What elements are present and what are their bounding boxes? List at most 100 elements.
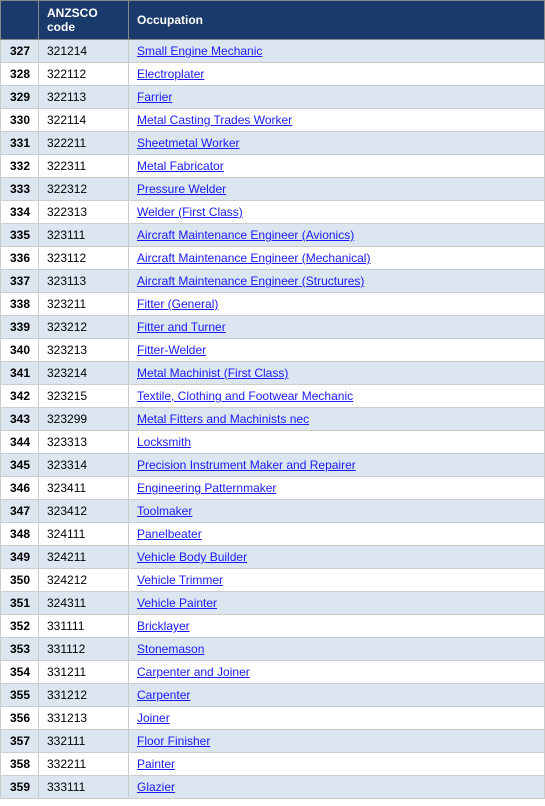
occupation-link[interactable]: Vehicle Painter bbox=[137, 596, 217, 610]
table-row: 344323313Locksmith bbox=[1, 431, 545, 454]
occupation-link[interactable]: Aircraft Maintenance Engineer (Avionics) bbox=[137, 228, 354, 242]
occupation-link[interactable]: Painter bbox=[137, 757, 175, 771]
occupation-link[interactable]: Aircraft Maintenance Engineer (Mechanica… bbox=[137, 251, 370, 265]
table-row: 331322211Sheetmetal Worker bbox=[1, 132, 545, 155]
anzsco-code: 323112 bbox=[39, 247, 129, 270]
occupation-cell[interactable]: Bricklayer bbox=[129, 615, 545, 638]
header-occupation: Occupation bbox=[129, 1, 545, 40]
occupation-cell[interactable]: Carpenter bbox=[129, 684, 545, 707]
occupation-cell[interactable]: Farrier bbox=[129, 86, 545, 109]
occupation-link[interactable]: Carpenter bbox=[137, 688, 190, 702]
anzsco-code: 323314 bbox=[39, 454, 129, 477]
occupation-link[interactable]: Glazier bbox=[137, 780, 175, 794]
occupation-link[interactable]: Vehicle Trimmer bbox=[137, 573, 223, 587]
occupation-link[interactable]: Electroplater bbox=[137, 67, 204, 81]
occupation-link[interactable]: Stonemason bbox=[137, 642, 204, 656]
anzsco-code: 333111 bbox=[39, 776, 129, 799]
occupation-cell[interactable]: Aircraft Maintenance Engineer (Avionics) bbox=[129, 224, 545, 247]
anzsco-code: 324212 bbox=[39, 569, 129, 592]
table-row: 338323211Fitter (General) bbox=[1, 293, 545, 316]
occupation-link[interactable]: Panelbeater bbox=[137, 527, 202, 541]
occupation-link[interactable]: Metal Casting Trades Worker bbox=[137, 113, 292, 127]
occupation-cell[interactable]: Engineering Patternmaker bbox=[129, 477, 545, 500]
occupation-cell[interactable]: Vehicle Painter bbox=[129, 592, 545, 615]
occupation-link[interactable]: Metal Machinist (First Class) bbox=[137, 366, 288, 380]
occupation-link[interactable]: Aircraft Maintenance Engineer (Structure… bbox=[137, 274, 364, 288]
occupation-link[interactable]: Metal Fitters and Machinists nec bbox=[137, 412, 309, 426]
occupation-cell[interactable]: Painter bbox=[129, 753, 545, 776]
occupation-link[interactable]: Joiner bbox=[137, 711, 170, 725]
occupation-cell[interactable]: Vehicle Body Builder bbox=[129, 546, 545, 569]
occupation-cell[interactable]: Aircraft Maintenance Engineer (Mechanica… bbox=[129, 247, 545, 270]
occupation-link[interactable]: Farrier bbox=[137, 90, 172, 104]
table-row: 353331112Stonemason bbox=[1, 638, 545, 661]
occupation-link[interactable]: Textile, Clothing and Footwear Mechanic bbox=[137, 389, 353, 403]
occupation-cell[interactable]: Textile, Clothing and Footwear Mechanic bbox=[129, 385, 545, 408]
row-number: 337 bbox=[1, 270, 39, 293]
row-number: 353 bbox=[1, 638, 39, 661]
anzsco-code: 332111 bbox=[39, 730, 129, 753]
row-number: 345 bbox=[1, 454, 39, 477]
occupation-cell[interactable]: Vehicle Trimmer bbox=[129, 569, 545, 592]
row-number: 354 bbox=[1, 661, 39, 684]
occupation-cell[interactable]: Fitter (General) bbox=[129, 293, 545, 316]
table-row: 340323213Fitter-Welder bbox=[1, 339, 545, 362]
occupation-link[interactable]: Engineering Patternmaker bbox=[137, 481, 276, 495]
occupation-link[interactable]: Fitter (General) bbox=[137, 297, 218, 311]
occupation-link[interactable]: Precision Instrument Maker and Repairer bbox=[137, 458, 356, 472]
occupation-link[interactable]: Fitter-Welder bbox=[137, 343, 206, 357]
row-number: 343 bbox=[1, 408, 39, 431]
occupation-link[interactable]: Metal Fabricator bbox=[137, 159, 224, 173]
row-number: 358 bbox=[1, 753, 39, 776]
occupation-cell[interactable]: Metal Fitters and Machinists nec bbox=[129, 408, 545, 431]
occupation-link[interactable]: Welder (First Class) bbox=[137, 205, 243, 219]
anzsco-code: 322211 bbox=[39, 132, 129, 155]
header-num bbox=[1, 1, 39, 40]
occupation-link[interactable]: Toolmaker bbox=[137, 504, 192, 518]
occupation-link[interactable]: Vehicle Body Builder bbox=[137, 550, 247, 564]
anzsco-code: 324211 bbox=[39, 546, 129, 569]
anzsco-code: 322113 bbox=[39, 86, 129, 109]
occupation-cell[interactable]: Floor Finisher bbox=[129, 730, 545, 753]
anzsco-code: 323313 bbox=[39, 431, 129, 454]
occupation-cell[interactable]: Pressure Welder bbox=[129, 178, 545, 201]
row-number: 332 bbox=[1, 155, 39, 178]
anzsco-code: 324111 bbox=[39, 523, 129, 546]
occupation-link[interactable]: Fitter and Turner bbox=[137, 320, 226, 334]
row-number: 334 bbox=[1, 201, 39, 224]
occupation-cell[interactable]: Electroplater bbox=[129, 63, 545, 86]
occupation-cell[interactable]: Aircraft Maintenance Engineer (Structure… bbox=[129, 270, 545, 293]
occupation-cell[interactable]: Stonemason bbox=[129, 638, 545, 661]
occupation-link[interactable]: Floor Finisher bbox=[137, 734, 210, 748]
occupation-link[interactable]: Carpenter and Joiner bbox=[137, 665, 250, 679]
occupation-cell[interactable]: Welder (First Class) bbox=[129, 201, 545, 224]
occupation-link[interactable]: Small Engine Mechanic bbox=[137, 44, 262, 58]
occupation-cell[interactable]: Toolmaker bbox=[129, 500, 545, 523]
table-row: 339323212Fitter and Turner bbox=[1, 316, 545, 339]
occupation-cell[interactable]: Small Engine Mechanic bbox=[129, 40, 545, 63]
occupation-cell[interactable]: Panelbeater bbox=[129, 523, 545, 546]
occupation-cell[interactable]: Precision Instrument Maker and Repairer bbox=[129, 454, 545, 477]
occupation-cell[interactable]: Sheetmetal Worker bbox=[129, 132, 545, 155]
occupation-cell[interactable]: Fitter-Welder bbox=[129, 339, 545, 362]
occupation-link[interactable]: Sheetmetal Worker bbox=[137, 136, 240, 150]
anzsco-code: 331213 bbox=[39, 707, 129, 730]
anzsco-code: 323111 bbox=[39, 224, 129, 247]
occupation-cell[interactable]: Locksmith bbox=[129, 431, 545, 454]
occupation-cell[interactable]: Metal Machinist (First Class) bbox=[129, 362, 545, 385]
occupation-cell[interactable]: Glazier bbox=[129, 776, 545, 799]
occupation-cell[interactable]: Fitter and Turner bbox=[129, 316, 545, 339]
occupation-cell[interactable]: Metal Fabricator bbox=[129, 155, 545, 178]
table-row: 342323215Textile, Clothing and Footwear … bbox=[1, 385, 545, 408]
occupation-cell[interactable]: Joiner bbox=[129, 707, 545, 730]
occupation-cell[interactable]: Metal Casting Trades Worker bbox=[129, 109, 545, 132]
row-number: 327 bbox=[1, 40, 39, 63]
occupation-link[interactable]: Locksmith bbox=[137, 435, 191, 449]
table-row: 335323111Aircraft Maintenance Engineer (… bbox=[1, 224, 545, 247]
anzsco-code: 332211 bbox=[39, 753, 129, 776]
occupation-link[interactable]: Bricklayer bbox=[137, 619, 190, 633]
row-number: 350 bbox=[1, 569, 39, 592]
anzsco-code: 322313 bbox=[39, 201, 129, 224]
occupation-link[interactable]: Pressure Welder bbox=[137, 182, 226, 196]
occupation-cell[interactable]: Carpenter and Joiner bbox=[129, 661, 545, 684]
